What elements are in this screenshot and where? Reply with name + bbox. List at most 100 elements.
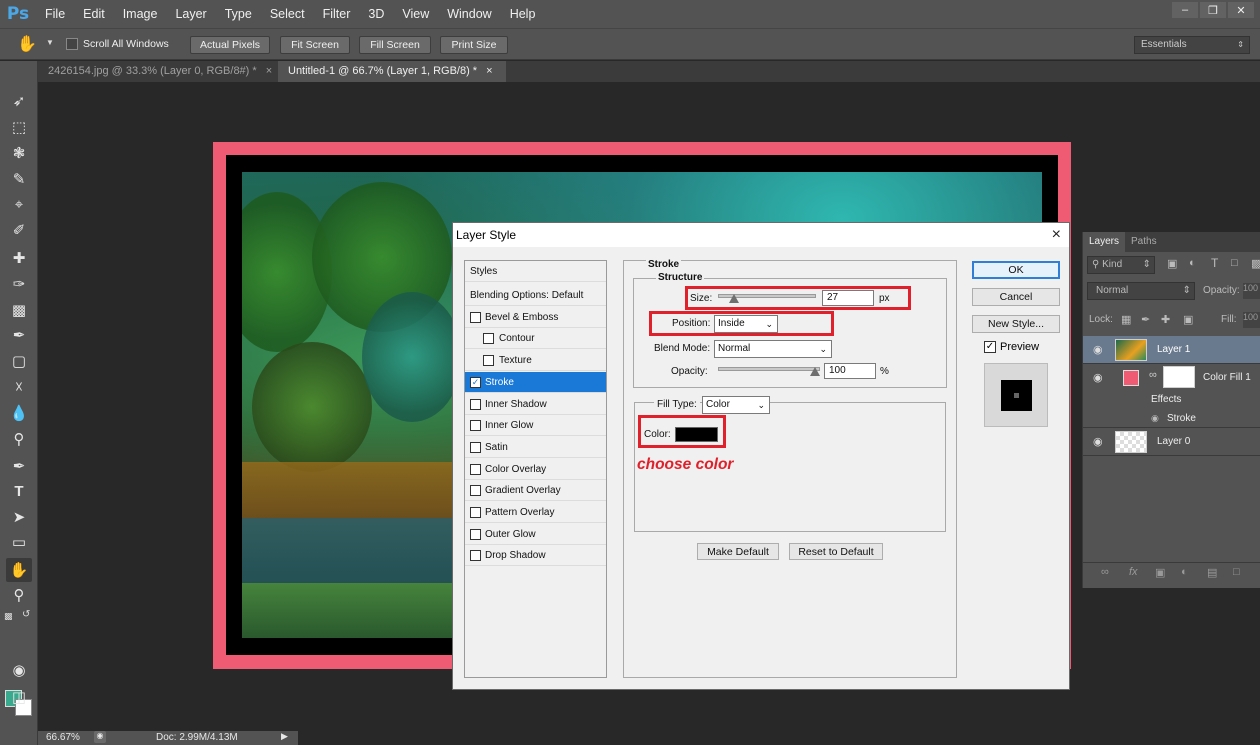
lock-position-icon[interactable]: ✚ bbox=[1161, 313, 1170, 326]
reset-to-default-button[interactable]: Reset to Default bbox=[789, 543, 883, 560]
status-menu-arrow-icon[interactable]: ▶ bbox=[281, 731, 288, 742]
healing-brush-tool-icon[interactable]: ✚ bbox=[6, 246, 32, 270]
path-selection-tool-icon[interactable]: ➤ bbox=[6, 505, 32, 529]
paint-bucket-tool-icon[interactable]: ☓ bbox=[6, 375, 32, 399]
tool-preset-chevron-icon[interactable]: ▼ bbox=[46, 38, 54, 47]
zoom-tool-icon[interactable]: ⚲ bbox=[6, 583, 32, 607]
checkbox[interactable] bbox=[483, 355, 494, 366]
eraser-tool-icon[interactable]: ▢ bbox=[6, 349, 32, 373]
style-drop-shadow[interactable]: Drop Shadow bbox=[465, 545, 606, 566]
restore-icon[interactable]: ❐ bbox=[1200, 2, 1226, 18]
style-inner-shadow[interactable]: Inner Shadow bbox=[465, 394, 606, 415]
checkbox-checked-icon[interactable]: ✓ bbox=[470, 377, 481, 388]
menu-help[interactable]: Help bbox=[501, 0, 545, 28]
style-bevel-emboss[interactable]: Bevel & Emboss bbox=[465, 307, 606, 328]
blend-mode-select[interactable]: Normal ⇕ bbox=[1087, 282, 1195, 300]
style-inner-glow[interactable]: Inner Glow bbox=[465, 415, 606, 436]
layer-row-layer-0[interactable]: ◉ Layer 0 bbox=[1083, 428, 1260, 456]
menu-3d[interactable]: 3D bbox=[359, 0, 393, 28]
fill-screen-button[interactable]: Fill Screen bbox=[359, 36, 431, 54]
pen-tool-icon[interactable]: ✒ bbox=[6, 454, 32, 478]
tab-2426154[interactable]: 2426154.jpg @ 33.3% (Layer 0, RGB/8#) * … bbox=[38, 61, 278, 82]
opacity-slider[interactable] bbox=[718, 367, 820, 371]
cancel-button[interactable]: Cancel bbox=[972, 288, 1060, 306]
history-brush-tool-icon[interactable]: ✒ bbox=[6, 323, 32, 347]
scroll-all-windows-checkbox[interactable]: Scroll All Windows bbox=[66, 38, 169, 50]
menu-window[interactable]: Window bbox=[438, 0, 500, 28]
fill-input[interactable]: 100 bbox=[1243, 312, 1260, 328]
clone-stamp-tool-icon[interactable]: ▩ bbox=[6, 298, 32, 322]
close-icon[interactable]: × bbox=[1052, 223, 1061, 247]
swap-colors-icon[interactable]: ↺ bbox=[22, 609, 30, 620]
tab-layers[interactable]: Layers bbox=[1083, 232, 1126, 252]
checkbox[interactable] bbox=[470, 550, 481, 561]
link-layers-icon[interactable]: ∞ bbox=[1101, 566, 1109, 578]
default-colors-icon[interactable]: ▩ bbox=[4, 611, 13, 622]
tab-paths[interactable]: Paths bbox=[1125, 232, 1163, 252]
filter-smart-object-icon[interactable]: ▩ bbox=[1251, 257, 1260, 270]
fit-screen-button[interactable]: Fit Screen bbox=[280, 36, 350, 54]
link-icon[interactable]: ∞ bbox=[1149, 369, 1157, 381]
lock-image-icon[interactable]: ✒ bbox=[1141, 313, 1150, 326]
hand-tool-icon[interactable]: ✋ bbox=[6, 558, 32, 582]
minimize-icon[interactable]: – bbox=[1172, 2, 1198, 18]
marquee-tool-icon[interactable]: ⬚ bbox=[6, 115, 32, 139]
opacity-input[interactable]: 100 bbox=[824, 363, 876, 379]
menu-filter[interactable]: Filter bbox=[314, 0, 360, 28]
close-tab-icon[interactable]: × bbox=[486, 65, 492, 77]
menu-layer[interactable]: Layer bbox=[166, 0, 215, 28]
checkbox[interactable] bbox=[483, 333, 494, 344]
crop-tool-icon[interactable]: ⌖ bbox=[6, 192, 32, 216]
filter-pixel-icon[interactable]: ▣ bbox=[1167, 257, 1177, 270]
visibility-eye-icon[interactable]: ◉ bbox=[1093, 343, 1103, 356]
menu-file[interactable]: File bbox=[36, 0, 74, 28]
checkbox[interactable] bbox=[470, 312, 481, 323]
style-gradient-overlay[interactable]: Gradient Overlay bbox=[465, 480, 606, 501]
layer-filter-select[interactable]: ⚲ Kind ⇕ bbox=[1087, 256, 1155, 274]
make-default-button[interactable]: Make Default bbox=[697, 543, 779, 560]
add-mask-icon[interactable]: ▣ bbox=[1155, 566, 1165, 579]
filter-adjustment-icon[interactable]: ◐ bbox=[1189, 257, 1196, 269]
lock-all-icon[interactable]: ▣ bbox=[1183, 313, 1193, 326]
filter-shape-icon[interactable]: □ bbox=[1231, 257, 1238, 269]
visibility-eye-icon[interactable]: ◉ bbox=[1093, 435, 1103, 448]
move-tool-icon[interactable]: ➶ bbox=[6, 89, 32, 113]
opacity-slider-thumb[interactable] bbox=[810, 367, 820, 376]
style-texture[interactable]: Texture bbox=[465, 350, 606, 371]
type-tool-icon[interactable]: T bbox=[6, 479, 32, 503]
dodge-tool-icon[interactable]: ⚲ bbox=[6, 427, 32, 451]
new-group-icon[interactable]: ▤ bbox=[1207, 566, 1217, 579]
checkbox-icon[interactable] bbox=[66, 38, 78, 50]
checkbox[interactable] bbox=[470, 420, 481, 431]
blending-options[interactable]: Blending Options: Default bbox=[465, 285, 606, 306]
new-style-button[interactable]: New Style... bbox=[972, 315, 1060, 333]
dialog-title-bar[interactable]: Layer Style × bbox=[453, 223, 1069, 247]
style-outer-glow[interactable]: Outer Glow bbox=[465, 524, 606, 545]
checkbox[interactable] bbox=[470, 485, 481, 496]
checkbox[interactable] bbox=[470, 507, 481, 518]
effect-visibility-eye-icon[interactable]: ◉ bbox=[1151, 413, 1159, 424]
quick-mask-icon[interactable]: ◉ bbox=[6, 658, 32, 682]
checkbox[interactable] bbox=[470, 464, 481, 475]
close-icon[interactable]: ✕ bbox=[1228, 2, 1254, 18]
filter-type-icon[interactable]: T bbox=[1211, 256, 1218, 270]
visibility-eye-icon[interactable]: ◉ bbox=[1093, 371, 1103, 384]
checkbox[interactable] bbox=[470, 399, 481, 410]
adjustment-layer-icon[interactable]: ◐ bbox=[1181, 566, 1188, 578]
checkbox-checked-icon[interactable]: ✓ bbox=[984, 341, 996, 353]
menu-view[interactable]: View bbox=[393, 0, 438, 28]
style-contour[interactable]: Contour bbox=[465, 328, 606, 349]
print-size-button[interactable]: Print Size bbox=[440, 36, 508, 54]
opacity-input[interactable]: 100 bbox=[1243, 283, 1260, 299]
preview-checkbox[interactable]: ✓ Preview bbox=[984, 341, 1039, 353]
blur-tool-icon[interactable]: 💧 bbox=[6, 401, 32, 425]
zoom-level[interactable]: 66.67% bbox=[46, 732, 80, 743]
ok-button[interactable]: OK bbox=[972, 261, 1060, 279]
fill-type-select[interactable]: Color ⌄ bbox=[702, 396, 770, 414]
layer-row-color-fill-1[interactable]: ◉ ∞ Color Fill 1 Effects ◉ Stroke bbox=[1083, 364, 1260, 428]
styles-header[interactable]: Styles bbox=[465, 261, 606, 282]
hand-tool-icon[interactable]: ✋ bbox=[14, 32, 40, 56]
menu-edit[interactable]: Edit bbox=[74, 0, 114, 28]
quick-select-tool-icon[interactable]: ✎ bbox=[6, 167, 32, 191]
checkbox[interactable] bbox=[470, 529, 481, 540]
